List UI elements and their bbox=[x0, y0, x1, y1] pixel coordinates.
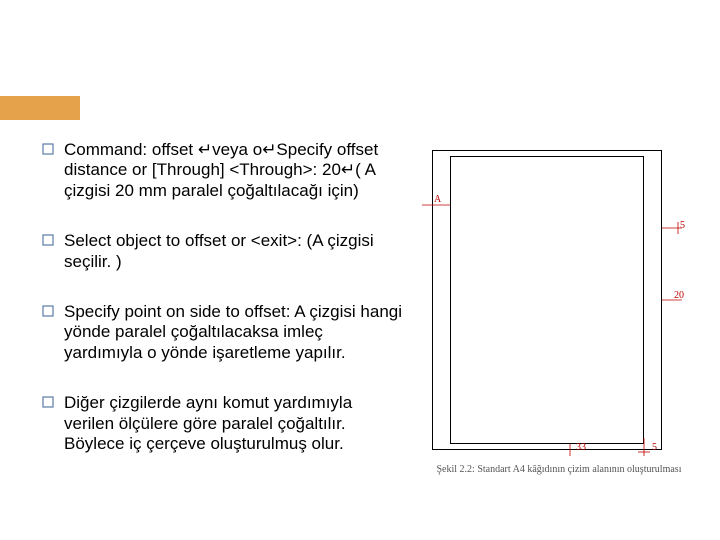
list-item: Specify point on side to offset: A çizgi… bbox=[42, 302, 402, 363]
list-item-text: Diğer çizgilerde aynı komut yardımıyla v… bbox=[64, 393, 402, 454]
dim-label-a: A bbox=[434, 194, 441, 205]
list-item: Command: offset ↵veya o↵Specify offset d… bbox=[42, 140, 402, 201]
dimension-marks-icon bbox=[420, 150, 698, 458]
bullet-list: Command: offset ↵veya o↵Specify offset d… bbox=[42, 140, 402, 484]
list-item: Diğer çizgilerde aynı komut yardımıyla v… bbox=[42, 393, 402, 454]
figure-caption: Şekil 2.2: Standart A4 kâğıdının çizim a… bbox=[420, 464, 698, 475]
diagram: A 5 20 33 5 bbox=[420, 150, 698, 458]
dim-label-33: 33 bbox=[576, 442, 586, 453]
list-item-text: Command: offset ↵veya o↵Specify offset d… bbox=[64, 140, 402, 201]
list-item-text: Specify point on side to offset: A çizgi… bbox=[64, 302, 402, 363]
accent-bar bbox=[0, 96, 80, 120]
bullet-icon bbox=[42, 234, 64, 250]
dim-label-20: 20 bbox=[674, 290, 684, 301]
dim-label-5a: 5 bbox=[680, 220, 685, 231]
list-item: Select object to offset or <exit>: (A çi… bbox=[42, 231, 402, 272]
dim-label-5b: 5 bbox=[652, 442, 657, 453]
list-item-text: Select object to offset or <exit>: (A çi… bbox=[64, 231, 402, 272]
bullet-icon bbox=[42, 396, 64, 412]
figure: A 5 20 33 5 Şekil 2.2: Standart A4 kâğıd… bbox=[420, 150, 700, 475]
bullet-icon bbox=[42, 305, 64, 321]
bullet-icon bbox=[42, 143, 64, 159]
